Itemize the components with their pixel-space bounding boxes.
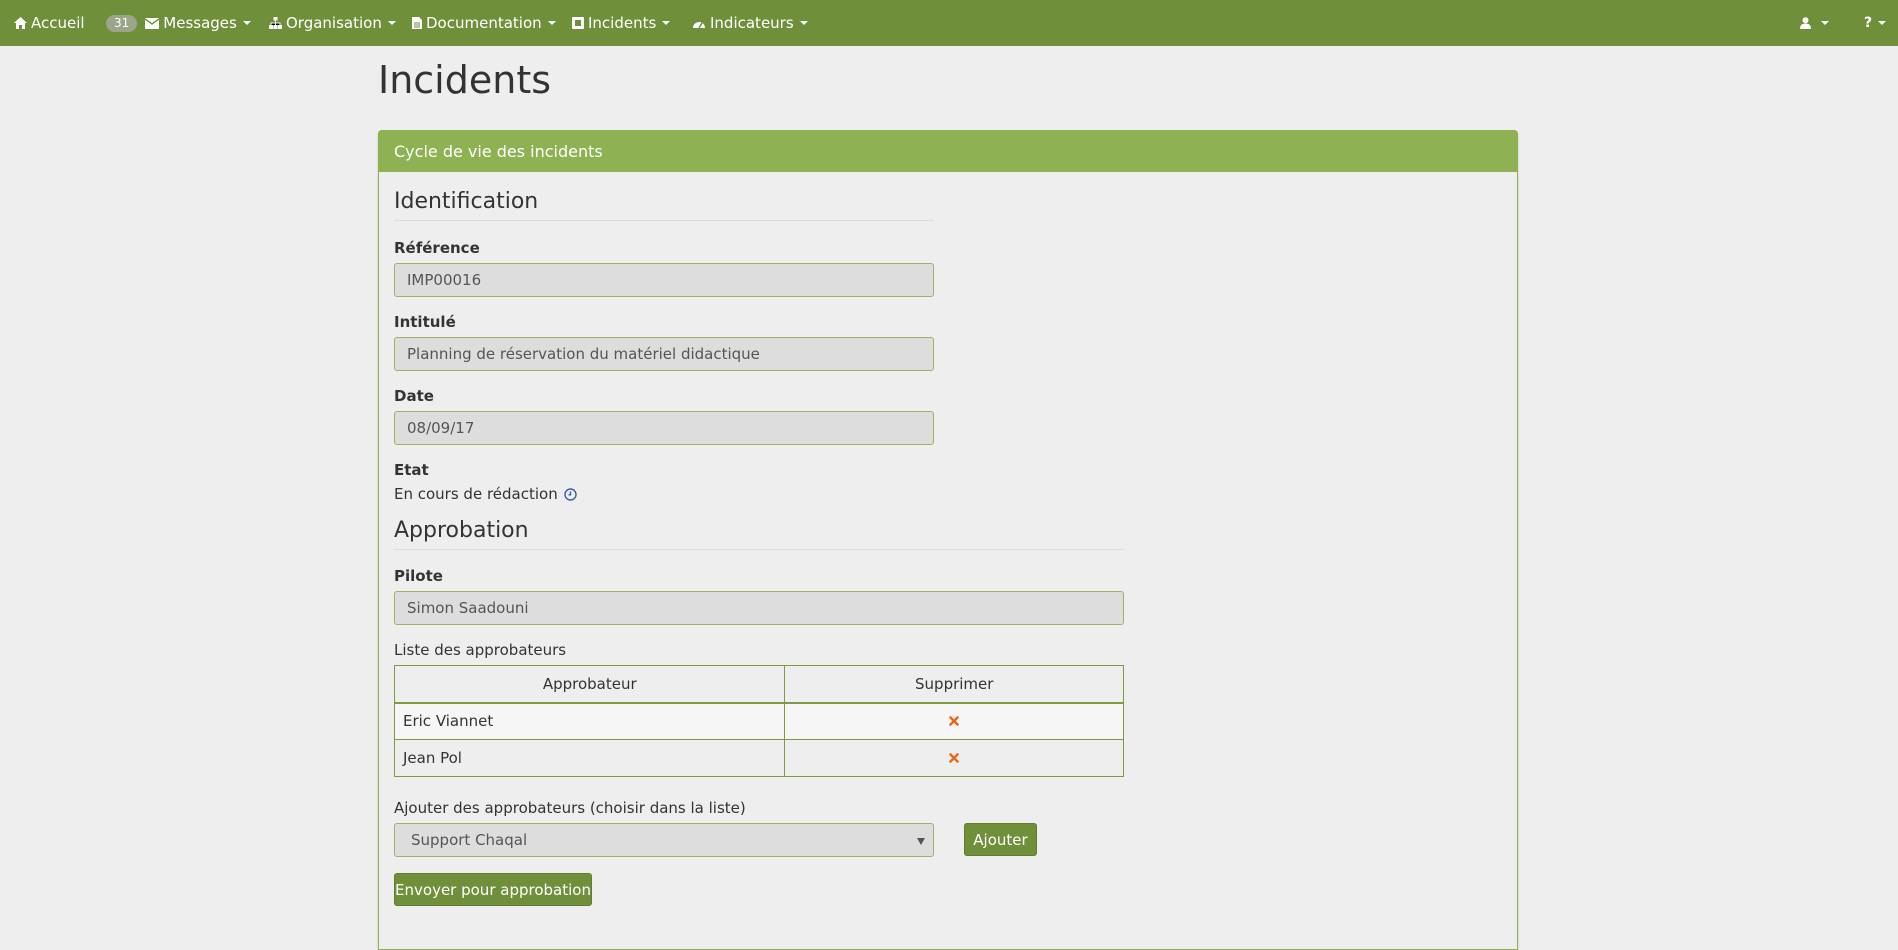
approver-name: Eric Viannet bbox=[393, 702, 786, 740]
nav-incidents[interactable]: Incidents bbox=[572, 0, 671, 46]
identification-legend: Identification bbox=[394, 189, 934, 221]
nav-messages[interactable]: 31 Messages bbox=[106, 0, 251, 46]
chevron-down-icon bbox=[1878, 21, 1887, 25]
nav-help-menu[interactable]: ? bbox=[1864, 0, 1887, 46]
intitule-field[interactable]: Planning de réservation du matériel dida… bbox=[394, 337, 934, 371]
help-icon: ? bbox=[1864, 15, 1873, 31]
panel-heading: Cycle de vie des incidents bbox=[379, 131, 1517, 172]
pilote-field[interactable]: Simon Saadouni bbox=[394, 591, 1124, 625]
reference-field[interactable]: IMP00016 bbox=[394, 263, 934, 297]
delete-cell bbox=[784, 739, 1124, 777]
sitemap-icon bbox=[269, 17, 282, 29]
table-header-row: Approbateur Supprimer bbox=[393, 665, 1124, 704]
nav-indicateurs-label: Indicateurs bbox=[710, 14, 794, 32]
chevron-down-icon bbox=[917, 838, 925, 845]
envelope-icon bbox=[145, 17, 160, 29]
nav-home-label: Accueil bbox=[31, 14, 85, 32]
chevron-down-icon bbox=[547, 21, 556, 25]
add-approvers-label: Ajouter des approbateurs (choisir dans l… bbox=[394, 799, 746, 817]
etat-value: En cours de rédaction bbox=[394, 485, 577, 503]
nav-organisation-label: Organisation bbox=[286, 14, 382, 32]
nav-documentation-label: Documentation bbox=[426, 14, 542, 32]
dashboard-icon bbox=[692, 18, 706, 29]
etat-label: Etat bbox=[394, 461, 429, 479]
column-header-approbateur: Approbateur bbox=[393, 665, 786, 704]
home-icon bbox=[14, 17, 27, 29]
approvers-table: Approbateur Supprimer Eric Viannet Jean … bbox=[393, 665, 1124, 777]
date-field[interactable]: 08/09/17 bbox=[394, 411, 934, 445]
reference-label: Référence bbox=[394, 239, 480, 257]
chevron-down-icon bbox=[1821, 21, 1829, 25]
top-navbar: Accueil 31 Messages Organisation Documen… bbox=[0, 0, 1898, 46]
page-title: Incidents bbox=[378, 58, 552, 102]
delete-cell bbox=[784, 702, 1124, 740]
column-header-supprimer: Supprimer bbox=[784, 665, 1124, 704]
user-icon bbox=[1800, 17, 1811, 29]
nav-indicateurs[interactable]: Indicateurs bbox=[692, 0, 808, 46]
clock-icon[interactable] bbox=[564, 487, 577, 501]
nav-documentation[interactable]: Documentation bbox=[412, 0, 556, 46]
delete-icon[interactable] bbox=[949, 753, 960, 763]
pilote-label: Pilote bbox=[394, 567, 443, 585]
nav-incidents-label: Incidents bbox=[588, 14, 657, 32]
delete-icon[interactable] bbox=[949, 716, 960, 727]
etat-value-text: En cours de rédaction bbox=[394, 485, 558, 503]
nav-messages-label: Messages bbox=[163, 14, 237, 32]
date-label: Date bbox=[394, 387, 434, 405]
chevron-down-icon bbox=[662, 21, 671, 25]
approver-name: Jean Pol bbox=[393, 739, 786, 777]
nav-home[interactable]: Accueil bbox=[14, 0, 85, 46]
nav-user-menu[interactable] bbox=[1800, 0, 1829, 46]
chevron-down-icon bbox=[242, 21, 251, 25]
incident-icon bbox=[572, 17, 584, 29]
send-for-approval-button[interactable]: Envoyer pour approbation bbox=[394, 873, 592, 906]
table-row: Jean Pol bbox=[393, 739, 1124, 777]
messages-count-badge: 31 bbox=[106, 14, 138, 32]
approver-select-value: Support Chaqal bbox=[411, 831, 528, 849]
file-icon bbox=[412, 17, 422, 29]
incident-lifecycle-panel: Cycle de vie des incidents Identificatio… bbox=[378, 130, 1518, 950]
add-approver-button[interactable]: Ajouter bbox=[964, 823, 1037, 856]
nav-organisation[interactable]: Organisation bbox=[269, 0, 396, 46]
intitule-label: Intitulé bbox=[394, 313, 456, 331]
approver-select[interactable]: Support Chaqal bbox=[394, 823, 934, 857]
chevron-down-icon bbox=[799, 21, 808, 25]
chevron-down-icon bbox=[387, 21, 396, 25]
table-row: Eric Viannet bbox=[393, 702, 1124, 740]
approbation-legend: Approbation bbox=[394, 518, 1124, 550]
approvers-list-label: Liste des approbateurs bbox=[394, 641, 567, 659]
